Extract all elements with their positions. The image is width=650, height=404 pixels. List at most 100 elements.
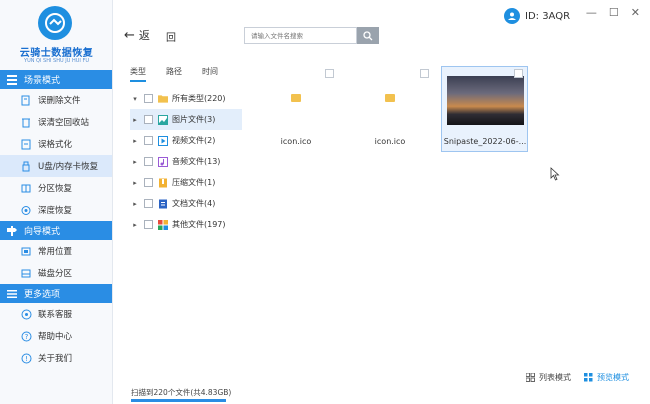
return-button[interactable]: 回 [166,29,176,44]
chevron-right-icon[interactable]: ▸ [130,179,140,187]
checkbox[interactable] [144,136,153,145]
section-title: 向导模式 [24,227,61,237]
chevron-right-icon[interactable]: ▸ [130,158,140,166]
tree-row-images[interactable]: ▸ 图片文件(3) [130,109,242,130]
arrow-left-icon: ← [124,27,135,43]
sidebar-item-disk-partition[interactable]: 磁盘分区 [0,262,112,284]
list-view-icon [525,373,535,383]
top-bar: ← 返 回 ID: 3AQR — ☐ ✕ [114,0,650,60]
grid-icon [6,74,18,86]
file-checkbox[interactable] [420,69,429,78]
section-more-options[interactable]: 更多选项 [0,284,112,303]
scan-progress-bar [131,399,226,402]
tree-row-label: 音频文件(13) [172,157,221,166]
section-scene-mode[interactable]: 场景模式 [0,70,112,89]
image-file-icon [158,114,168,125]
audio-file-icon [158,156,168,167]
file-checkbox[interactable] [514,69,523,78]
user-id-text: ID: 3AQR [525,10,571,22]
search-button[interactable] [357,27,379,44]
window-controls: — ☐ ✕ [586,6,640,19]
file-name[interactable]: icon.ico [345,137,435,146]
checkbox[interactable] [144,199,153,208]
sidebar-item-label: 磁盘分区 [38,269,73,279]
close-icon[interactable]: ✕ [631,6,640,19]
info-icon: ! [20,352,32,364]
tree-row-label: 视频文件(2) [172,136,216,145]
sidebar-item-label: 常用位置 [38,247,73,257]
sidebar-item-deleted-files[interactable]: 误删除文件 [0,89,112,111]
sidebar-item-help-center[interactable]: ? 帮助中心 [0,325,112,347]
tree-row-audio[interactable]: ▸ 音频文件(13) [130,151,242,172]
mouse-cursor-icon [550,167,560,181]
tree-row-label: 图片文件(3) [172,115,216,124]
help-icon: ? [20,330,32,342]
back-button[interactable]: ← 返 [124,27,150,43]
recycle-bin-icon [20,116,32,128]
tree-row-other[interactable]: ▸ 其他文件(197) [130,214,242,235]
tree-row-videos[interactable]: ▸ 视频文件(2) [130,130,242,151]
image-thumbnail [447,76,524,125]
chevron-right-icon[interactable]: ▸ [130,137,140,145]
location-icon [20,245,32,257]
tree-row-label: 其他文件(197) [172,220,226,229]
file-card-selected[interactable]: Snipaste_2022-06-... [441,66,528,152]
sidebar-item-label: 分区恢复 [38,184,73,194]
sidebar-item-label: 误格式化 [38,140,73,150]
sidebar-item-format[interactable]: 误格式化 [0,133,112,155]
tree-row-label: 文档文件(4) [172,199,216,208]
tab-time[interactable]: 时间 [202,66,218,82]
minimize-icon[interactable]: — [586,6,597,19]
preview-mode-toggle[interactable]: 预览模式 [583,372,629,383]
back-label: 返 [138,29,150,42]
checkbox[interactable] [144,220,153,229]
archive-file-icon [158,178,168,188]
sidebar-item-recycle-bin[interactable]: 误清空回收站 [0,111,112,133]
trash-file-icon [20,94,32,106]
tree-row-documents[interactable]: ▸ 文档文件(4) [130,193,242,214]
file-icon [291,94,301,102]
sidebar-item-usb-card[interactable]: U盘/内存卡恢复 [0,155,112,177]
checkbox[interactable] [144,94,153,103]
sidebar-item-partition[interactable]: 分区恢复 [0,177,112,199]
search-input[interactable] [244,27,357,44]
maximize-icon[interactable]: ☐ [609,6,619,19]
checkbox[interactable] [144,115,153,124]
menu-icon [6,288,18,300]
app-title: 云骑士数据恢复 [19,48,94,59]
sidebar-item-about-us[interactable]: ! 关于我们 [0,347,112,369]
svg-text:!: ! [25,355,28,363]
document-file-icon [158,199,168,209]
file-name: Snipaste_2022-06-... [443,137,527,146]
sidebar-item-contact-support[interactable]: 联系客服 [0,303,112,325]
app-logo-icon [38,6,72,40]
video-file-icon [158,135,168,146]
tab-path[interactable]: 路径 [166,66,182,82]
file-checkbox[interactable] [325,69,334,78]
chevron-right-icon[interactable]: ▸ [130,116,140,124]
file-type-tree: ▾ 所有类型(220) ▸ 图片文件(3) ▸ 视频文件(2) ▸ 音频文件(1… [130,88,242,235]
chevron-right-icon[interactable]: ▸ [130,200,140,208]
folder-icon [158,94,168,104]
scan-status: 扫描到220个文件(共4.83GB) [131,388,232,397]
sidebar-item-common-locations[interactable]: 常用位置 [0,240,112,262]
tab-type[interactable]: 类型 [130,66,146,82]
svg-text:?: ? [24,333,28,341]
section-title: 场景模式 [24,76,61,86]
support-icon [20,308,32,320]
file-icon [385,94,395,102]
sidebar-item-label: 关于我们 [38,354,73,364]
tree-row-all-types[interactable]: ▾ 所有类型(220) [130,88,242,109]
file-name[interactable]: icon.ico [251,137,341,146]
checkbox[interactable] [144,178,153,187]
list-mode-toggle[interactable]: 列表模式 [525,372,571,383]
user-id-badge[interactable]: ID: 3AQR [504,8,570,24]
chevron-down-icon[interactable]: ▾ [130,95,140,103]
tree-row-archives[interactable]: ▸ 压缩文件(1) [130,172,242,193]
tree-tabs: 类型 路径 时间 [130,66,218,82]
section-guide-mode[interactable]: 向导模式 [0,221,112,240]
logo-area: 云骑士数据恢复 YUN QI SHI SHU JU HUI FU [0,0,112,70]
chevron-right-icon[interactable]: ▸ [130,221,140,229]
checkbox[interactable] [144,157,153,166]
sidebar-item-deep-scan[interactable]: 深度恢复 [0,199,112,221]
